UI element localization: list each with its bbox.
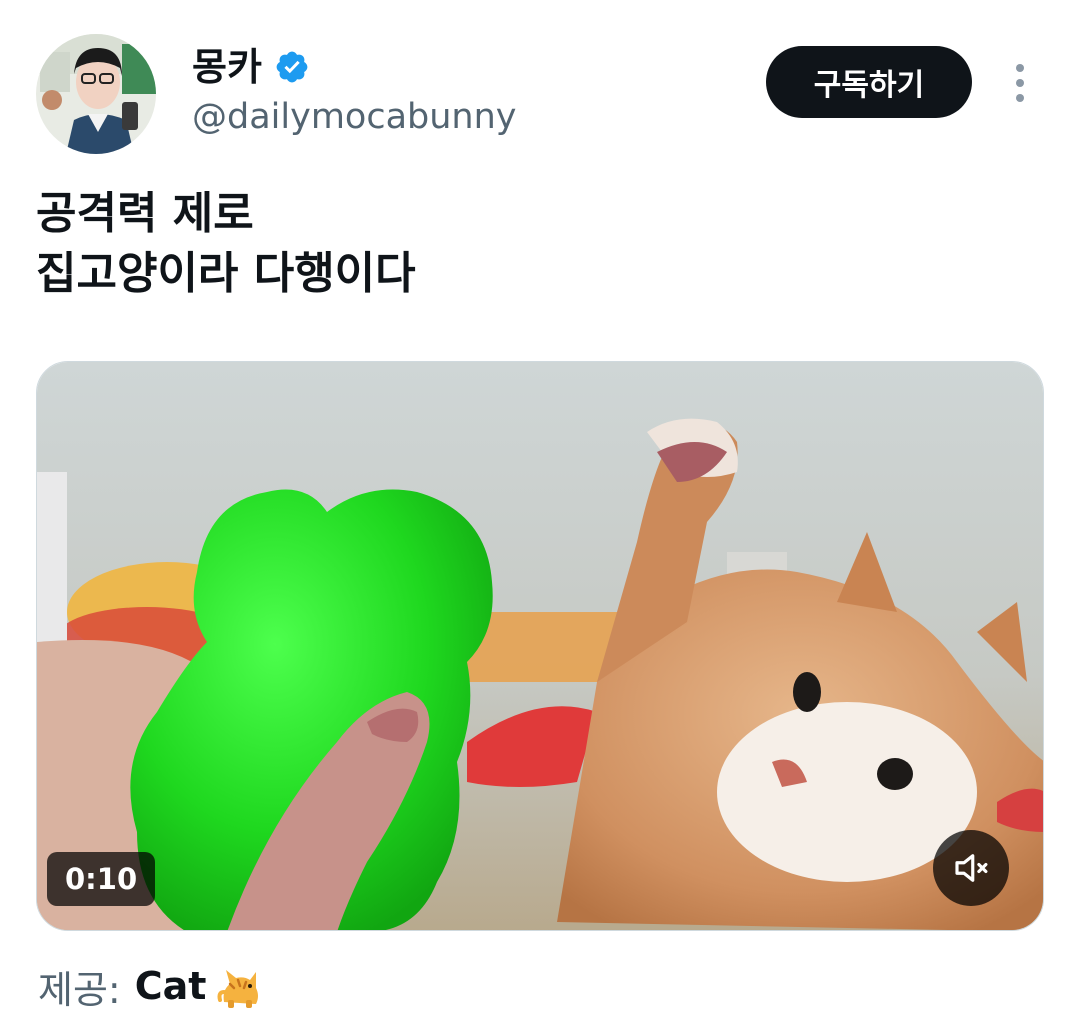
- tweet-text-line: 집고양이라 다행이다: [36, 248, 416, 299]
- credit-label: 제공:: [38, 967, 121, 1012]
- video-frame: [37, 362, 1043, 930]
- author-display-name[interactable]: 몽카: [192, 44, 262, 90]
- verified-badge-icon: [274, 49, 310, 85]
- avatar[interactable]: [36, 34, 156, 154]
- avatar-image: [36, 34, 156, 154]
- video-duration-badge: 0:10: [47, 852, 156, 906]
- tweet-text: 공격력 제로 집고양이라 다행이다: [36, 184, 416, 304]
- speaker-muted-icon: [950, 847, 992, 889]
- more-dot: [1016, 64, 1024, 72]
- author-handle[interactable]: @dailymocabunny: [192, 95, 517, 139]
- mute-toggle-button[interactable]: [933, 830, 1009, 906]
- credit-name[interactable]: Cat: [135, 964, 207, 1008]
- subscribe-button[interactable]: 구독하기: [766, 46, 972, 118]
- tweet-text-line: 공격력 제로: [36, 188, 254, 239]
- more-dot: [1016, 79, 1024, 87]
- tweet-header: 몽카 @dailymocabunny 구독하기: [0, 0, 1080, 170]
- cat-emoji-icon: [216, 962, 264, 1010]
- media-credit: 제공: Cat: [38, 958, 264, 1014]
- more-dot: [1016, 94, 1024, 102]
- video-player[interactable]: 0:10: [36, 361, 1044, 931]
- author-name-row: 몽카: [192, 44, 310, 90]
- more-options-icon[interactable]: [1000, 58, 1040, 108]
